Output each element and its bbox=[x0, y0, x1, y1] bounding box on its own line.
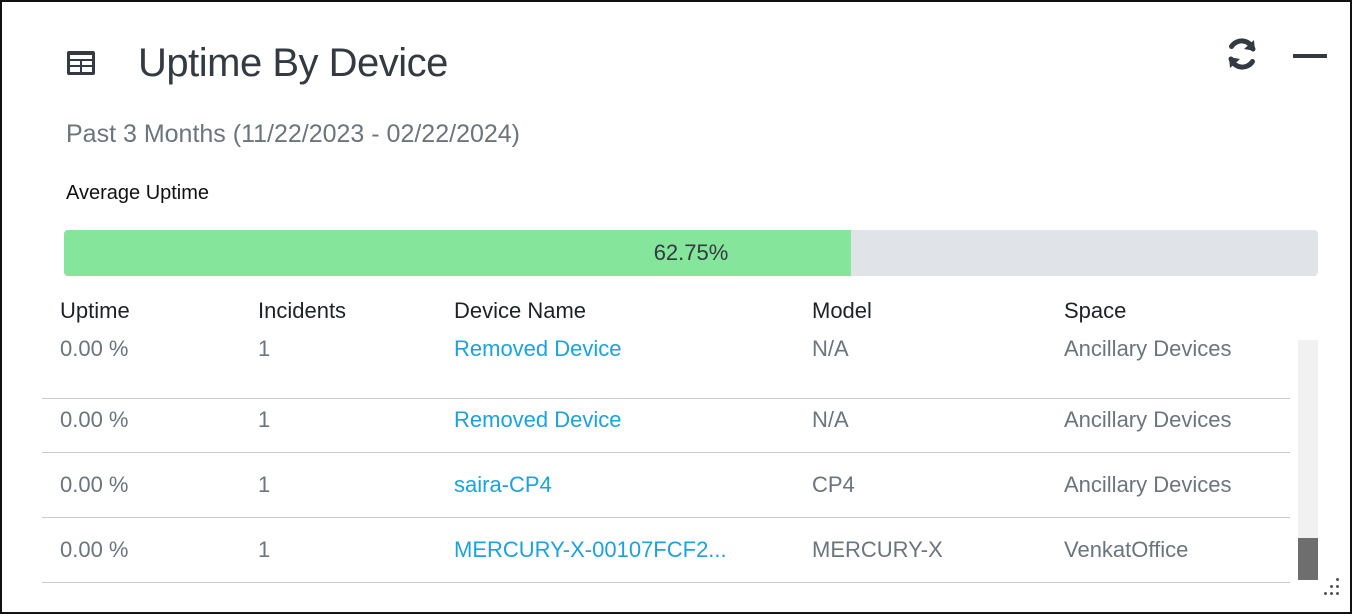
table-icon bbox=[67, 51, 95, 75]
grip-dot bbox=[1330, 592, 1333, 595]
incidents-cell: 1 bbox=[258, 472, 271, 497]
minimize-button[interactable] bbox=[1290, 50, 1330, 62]
space-cell: VenkatOffice bbox=[1064, 537, 1189, 562]
space-cell: Ancillary Devices bbox=[1064, 472, 1232, 497]
space-cell: Ancillary Devices bbox=[1064, 407, 1232, 432]
average-uptime-label: Average Uptime bbox=[66, 182, 210, 204]
uptime-widget: Uptime By Device Past 3 Months (11/22/20… bbox=[0, 0, 1352, 614]
minimize-icon bbox=[1293, 54, 1327, 58]
column-header-device-name[interactable]: Device Name bbox=[454, 296, 586, 326]
table-row: 0.00 % 1 MERCURY-X-00107FCF2... MERCURY-… bbox=[42, 518, 1290, 583]
grip-dot bbox=[1324, 592, 1327, 595]
grip-dot bbox=[1336, 578, 1339, 581]
grip-dot bbox=[1336, 592, 1339, 595]
column-header-incidents[interactable]: Incidents bbox=[258, 296, 346, 326]
model-cell: N/A bbox=[812, 407, 849, 432]
grip-dot bbox=[1330, 585, 1333, 588]
uptime-cell: 0.00 % bbox=[60, 472, 129, 497]
device-table-body: 0.00 % 1 Removed Device N/A Ancillary De… bbox=[42, 340, 1290, 586]
table-row: 0.00 % 1 saira-CP4 CP4 Ancillary Devices bbox=[42, 453, 1290, 518]
table-row: 0.00 % 1 Removed Device N/A Ancillary De… bbox=[42, 388, 1290, 453]
average-uptime-value: 62.75% bbox=[653, 240, 729, 265]
refresh-icon[interactable] bbox=[1220, 32, 1264, 76]
device-name-link[interactable]: Removed Device bbox=[454, 388, 622, 452]
device-name-link[interactable]: MERCURY-X-00107FCF2... bbox=[454, 518, 727, 582]
incidents-cell: 1 bbox=[258, 407, 271, 432]
column-header-space[interactable]: Space bbox=[1064, 296, 1126, 326]
uptime-cell: 0.00 % bbox=[60, 407, 129, 432]
device-name-link[interactable]: saira-CP4 bbox=[454, 453, 552, 517]
date-range: Past 3 Months (11/22/2023 - 02/22/2024) bbox=[66, 120, 521, 148]
uptime-cell: 0.00 % bbox=[60, 537, 129, 562]
grip-dot bbox=[1336, 585, 1339, 588]
average-uptime-progress: 62.75% bbox=[64, 230, 1318, 276]
model-cell: CP4 bbox=[812, 472, 855, 497]
incidents-cell: 1 bbox=[258, 537, 271, 562]
column-header-uptime[interactable]: Uptime bbox=[60, 296, 130, 326]
resize-grip-icon[interactable] bbox=[1320, 576, 1342, 604]
table-scrollbar-thumb[interactable] bbox=[1298, 538, 1318, 580]
column-header-model[interactable]: Model bbox=[812, 296, 872, 326]
widget-title: Uptime By Device bbox=[138, 41, 448, 85]
model-cell: MERCURY-X bbox=[812, 537, 943, 562]
